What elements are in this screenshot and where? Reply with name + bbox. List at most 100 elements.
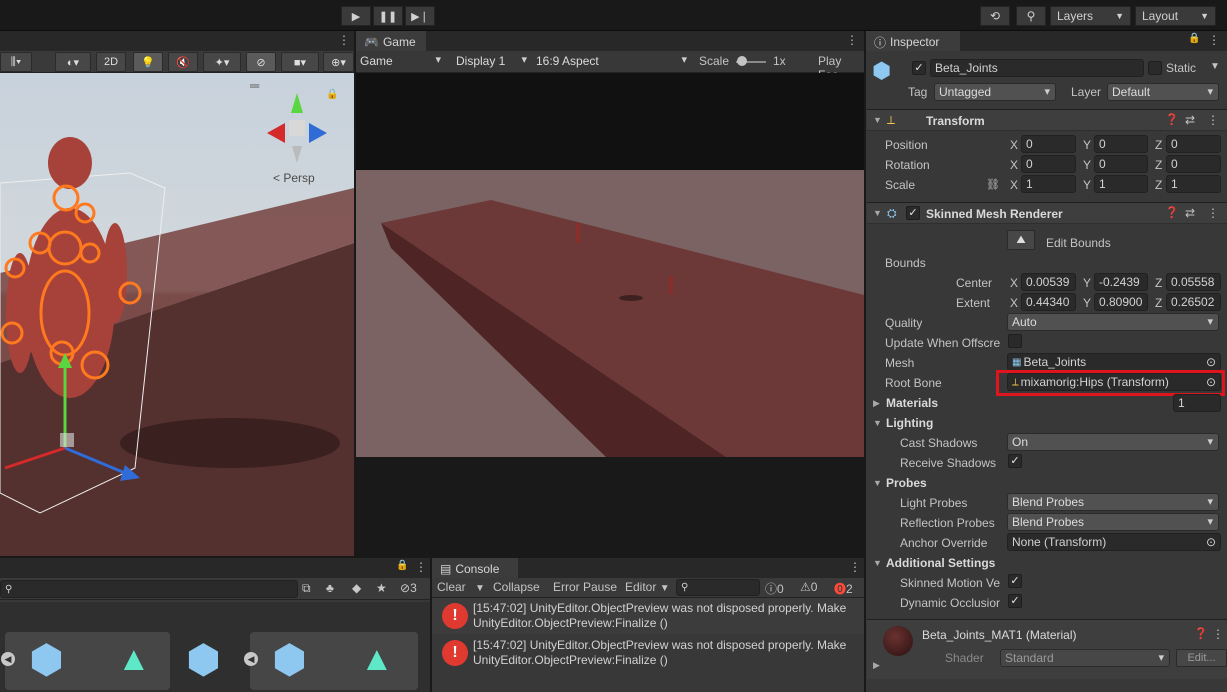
edit-bounds-button[interactable]: ⛰: [1007, 230, 1035, 250]
foldout-arrow-icon[interactable]: ▼: [873, 478, 882, 488]
rotation-x-field[interactable]: 0: [1021, 155, 1076, 173]
root-bone-field[interactable]: ⟂ mixamorig:Hips (Transform) ⊙: [1007, 373, 1221, 391]
center-y-field[interactable]: -0.2439: [1094, 273, 1148, 291]
materials-count-field[interactable]: 1: [1173, 394, 1221, 412]
error-toggle[interactable]: ⓿2: [834, 580, 853, 597]
scene-viewport[interactable]: < Persp ═ 🔒: [0, 73, 354, 556]
persp-label[interactable]: < Persp: [273, 171, 315, 185]
more-menu-icon[interactable]: ⋮: [1207, 113, 1219, 127]
more-menu-icon[interactable]: ⋮: [1208, 33, 1220, 47]
light-probes-dropdown[interactable]: Blend Probes: [1007, 493, 1219, 511]
more-menu-icon[interactable]: ⋮: [1212, 627, 1224, 641]
object-picker-icon[interactable]: ⊙: [1206, 535, 1216, 549]
position-z-field[interactable]: 0: [1166, 135, 1221, 153]
update-offscreen-checkbox[interactable]: [1008, 334, 1022, 348]
tab-inspector[interactable]: ⓘ Inspector: [866, 31, 960, 51]
warning-toggle[interactable]: ⚠0: [800, 580, 817, 594]
filter-type-icon[interactable]: ⧉: [302, 581, 311, 596]
more-menu-icon[interactable]: ⋮: [849, 560, 861, 574]
star-icon[interactable]: ★: [376, 581, 387, 595]
expand-arrow-icon[interactable]: ◀: [1, 652, 15, 666]
asset-tile[interactable]: ⬢: [182, 632, 242, 690]
foldout-arrow-icon[interactable]: ▼: [873, 115, 882, 125]
scale-slider-thumb[interactable]: [737, 56, 747, 66]
game-mode-dropdown[interactable]: Game: [356, 52, 446, 70]
static-checkbox[interactable]: [1148, 61, 1162, 75]
history-button[interactable]: ⟲: [980, 6, 1010, 26]
chevron-down-icon[interactable]: ▼: [1210, 61, 1220, 72]
project-search-input[interactable]: ⚲: [0, 580, 298, 598]
foldout-arrow-icon[interactable]: ▶: [873, 398, 880, 409]
error-pause-button[interactable]: Error Pause: [553, 580, 617, 594]
more-menu-icon[interactable]: ⋮: [415, 560, 427, 574]
probes-foldout[interactable]: Probes: [886, 476, 927, 490]
more-menu-icon[interactable]: ⋮: [846, 33, 858, 47]
cast-shadows-dropdown[interactable]: On: [1007, 433, 1219, 451]
console-message[interactable]: ! [15:47:02] UnityEditor.ObjectPreview w…: [432, 634, 864, 672]
collapse-button[interactable]: Collapse: [493, 580, 540, 594]
object-picker-icon[interactable]: ⊙: [1206, 355, 1216, 369]
search-button[interactable]: ⚲: [1016, 6, 1046, 26]
2d-toggle[interactable]: 2D: [96, 52, 126, 72]
transform-header[interactable]: ▼ ⟂ Transform ❓ ⇄ ⋮: [867, 109, 1227, 131]
dynamic-occlusion-checkbox[interactable]: ✓: [1008, 594, 1022, 608]
asset-tile[interactable]: ◀ ⬢ ▲: [244, 632, 418, 690]
clear-button[interactable]: Clear ▼: [437, 580, 485, 594]
mesh-field[interactable]: ▦ Beta_Joints ⊙: [1007, 353, 1221, 371]
help-icon[interactable]: ❓: [1165, 113, 1179, 126]
reflection-probes-dropdown[interactable]: Blend Probes: [1007, 513, 1219, 531]
foldout-arrow-icon[interactable]: ▼: [873, 208, 882, 218]
object-picker-icon[interactable]: ⊙: [1206, 375, 1216, 389]
effects-button[interactable]: ✦▾: [203, 52, 241, 72]
shading-button[interactable]: ◐▾: [55, 52, 91, 72]
presets-icon[interactable]: ⇄: [1185, 206, 1195, 220]
help-icon[interactable]: ❓: [1165, 206, 1179, 219]
scale-x-field[interactable]: 1: [1021, 175, 1076, 193]
layout-dropdown[interactable]: Layout ▼: [1135, 6, 1216, 26]
lock-icon[interactable]: 🔒: [396, 560, 408, 571]
tag-dropdown[interactable]: Untagged: [934, 83, 1056, 101]
scale-y-field[interactable]: 1: [1094, 175, 1148, 193]
step-button[interactable]: ▶❘: [405, 6, 435, 26]
audio-toggle[interactable]: 🔇: [168, 52, 198, 72]
foldout-arrow-icon[interactable]: ▼: [873, 558, 882, 568]
shader-dropdown[interactable]: Standard: [1000, 649, 1170, 667]
play-button[interactable]: ▶: [341, 6, 371, 26]
skinned-motion-checkbox[interactable]: ✓: [1008, 574, 1022, 588]
aspect-dropdown[interactable]: 16:9 Aspect: [532, 52, 692, 70]
lock-icon[interactable]: 🔒: [326, 89, 338, 100]
camera-button[interactable]: ■▾: [281, 52, 319, 72]
constrain-proportions-icon[interactable]: ⛓: [986, 178, 1000, 191]
rotation-z-field[interactable]: 0: [1166, 155, 1221, 173]
help-icon[interactable]: ❓: [1194, 627, 1208, 640]
enabled-checkbox[interactable]: ✓: [906, 206, 920, 220]
display-dropdown[interactable]: Display 1: [452, 52, 532, 70]
console-message[interactable]: ! [15:47:02] UnityEditor.ObjectPreview w…: [432, 598, 864, 634]
rotation-y-field[interactable]: 0: [1094, 155, 1148, 173]
draw-mode-button[interactable]: ⫼▾: [0, 52, 32, 72]
tag-icon[interactable]: ◆: [352, 581, 361, 595]
editor-dropdown[interactable]: Editor ▼: [625, 580, 670, 594]
gizmos-button[interactable]: ⊕▾: [323, 52, 354, 72]
expand-arrow-icon[interactable]: ◀: [244, 652, 258, 666]
lighting-toggle[interactable]: 💡: [133, 52, 163, 72]
game-viewport[interactable]: [356, 73, 864, 457]
more-menu-icon[interactable]: ⋮: [338, 33, 350, 47]
skinned-mesh-renderer-header[interactable]: ▼ ⛭ ✓ Skinned Mesh Renderer ❓ ⇄ ⋮: [867, 202, 1227, 224]
scale-z-field[interactable]: 1: [1166, 175, 1221, 193]
center-z-field[interactable]: 0.05558: [1166, 273, 1221, 291]
menu-lines-icon[interactable]: ═: [250, 78, 259, 93]
additional-settings-foldout[interactable]: Additional Settings: [886, 556, 995, 570]
extent-z-field[interactable]: 0.26502: [1166, 293, 1221, 311]
foldout-arrow-icon[interactable]: ▶: [873, 660, 880, 671]
layer-dropdown[interactable]: Default: [1107, 83, 1219, 101]
tab-game[interactable]: 🎮 Game: [356, 31, 426, 51]
extent-y-field[interactable]: 0.80900: [1094, 293, 1148, 311]
position-y-field[interactable]: 0: [1094, 135, 1148, 153]
pause-button[interactable]: ❚❚: [373, 6, 403, 26]
tab-console[interactable]: ▤ Console: [432, 558, 518, 578]
more-menu-icon[interactable]: ⋮: [1207, 206, 1219, 220]
receive-shadows-checkbox[interactable]: ✓: [1008, 454, 1022, 468]
active-checkbox[interactable]: ✓: [912, 61, 926, 75]
foldout-arrow-icon[interactable]: ▼: [873, 418, 882, 428]
